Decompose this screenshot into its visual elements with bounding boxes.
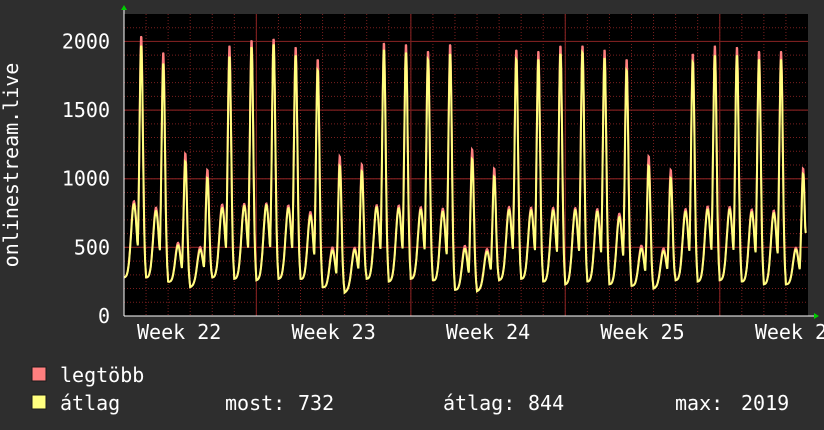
stat-current-value: 732	[298, 391, 334, 415]
y-tick-label: 1500	[62, 98, 110, 122]
stat-max-label: max:	[675, 391, 723, 415]
chart-svg: 0500100015002000 Week 22 Week 23 Week 24 We…	[0, 5, 824, 415]
y-axis-arrow	[121, 5, 127, 10]
y-tick-label: 1000	[62, 167, 110, 191]
x-tick-label: Week 25	[600, 320, 684, 344]
x-axis-arrow	[814, 313, 819, 319]
x-tick-label: Week 23	[291, 320, 375, 344]
x-tick-label: Week 24	[446, 320, 530, 344]
stat-average-label: átlag:	[443, 391, 515, 415]
stat-max-value: 2019	[741, 391, 789, 415]
x-tick-label: Week 26	[755, 320, 824, 344]
legend-label-avg: átlag	[60, 391, 120, 415]
legend-label-max: legtöbb	[60, 363, 144, 387]
y-tick-labels: 0 500 1000 1500 2000	[62, 29, 110, 328]
legend-swatch-max	[31, 366, 47, 382]
legend-swatch-avg	[31, 394, 47, 410]
stat-current-label: most:	[225, 391, 285, 415]
x-tick-label: Week 22	[137, 320, 221, 344]
chart-root: 0 500 1000 1500 2000 Week 22 Week 23 Week 24 We…	[0, 0, 824, 430]
y-axis-label: onlinestream.live	[0, 63, 23, 268]
stat-average-value: 844	[528, 391, 564, 415]
y-tick-label: 2000	[62, 29, 110, 53]
y-tick-label: 0	[98, 304, 110, 328]
x-tick-labels: Week 22 Week 23 Week 24 Week 25 Week 26	[137, 320, 824, 344]
y-tick-label: 500	[74, 235, 110, 259]
